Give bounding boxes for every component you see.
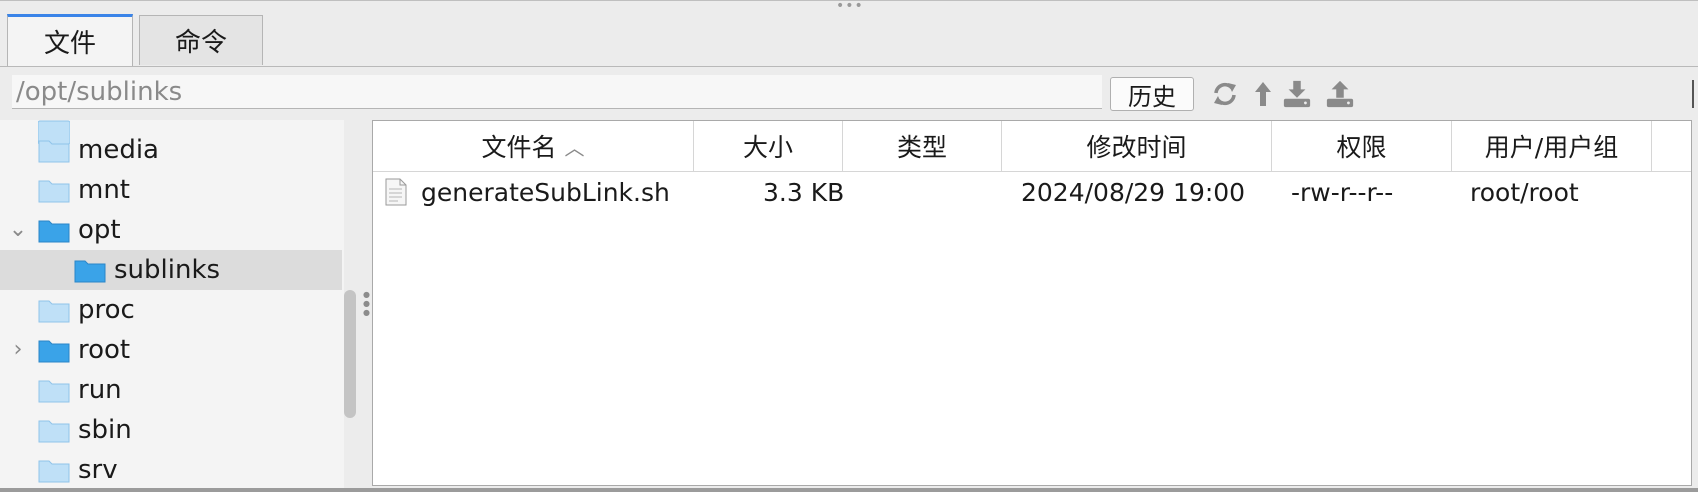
file-name: generateSubLink.sh: [421, 177, 670, 207]
column-header-size[interactable]: 大小: [694, 121, 843, 171]
tree-item-sublinks[interactable]: sublinks: [0, 250, 342, 290]
file-size: 3.3 KB: [763, 177, 845, 207]
table-row[interactable]: generateSubLink.sh 3.3 KB 2024/08/29 19:…: [373, 172, 1691, 212]
folder-icon: [38, 180, 70, 203]
file-list-panel: 文件名 ︿ 大小 类型 修改时间 权限 用户/用户组 generateSubLi…: [372, 120, 1692, 486]
tree-item-sbin[interactable]: sbin: [0, 410, 342, 450]
path-input[interactable]: [12, 75, 1102, 109]
column-header-label: 用户/用户组: [1484, 133, 1619, 162]
directory-tree: media mnt ⌄ opt sublinks proc › root run…: [0, 120, 344, 492]
tree-item-label: sublinks: [114, 255, 221, 285]
column-header-name[interactable]: 文件名 ︿: [373, 121, 694, 171]
tree-item-proc[interactable]: proc: [0, 290, 342, 330]
tree-item-label: mnt: [78, 175, 130, 205]
folder-icon: [38, 220, 70, 243]
tree-item-media[interactable]: media: [0, 130, 342, 170]
file-cell-name: generateSubLink.sh: [385, 172, 670, 212]
tree-item-label: opt: [78, 215, 121, 245]
tree-scrollbar[interactable]: [344, 290, 356, 418]
folder-icon: [38, 460, 70, 483]
tree-item-label: sbin: [78, 415, 132, 445]
file-owner: root/root: [1470, 177, 1579, 207]
chevron-down-icon[interactable]: ⌄: [8, 219, 28, 241]
tree-item-label: media: [78, 135, 159, 165]
folder-icon: [38, 140, 70, 163]
tree-item-label: proc: [78, 295, 135, 325]
upload-icon[interactable]: [1325, 77, 1355, 111]
tree-item-label: root: [78, 335, 131, 365]
tab-files[interactable]: 文件: [7, 14, 133, 66]
window-resize-edge: [1692, 80, 1694, 108]
tab-files-label: 文件: [43, 29, 96, 59]
folder-icon: [74, 260, 106, 283]
folder-icon: [38, 340, 70, 363]
tree-item-run[interactable]: run: [0, 370, 342, 410]
refresh-icon[interactable]: [1210, 77, 1240, 111]
folder-icon: [38, 380, 70, 403]
folder-icon: [38, 300, 70, 323]
file-permissions: -rw-r--r--: [1291, 177, 1394, 207]
splitter-grip-icon[interactable]: ● ● ●: [363, 290, 370, 317]
tree-item-label: run: [78, 375, 122, 405]
tree-item-label: srv: [78, 455, 118, 485]
column-header-type[interactable]: 类型: [843, 121, 1002, 171]
tab-commands[interactable]: 命令: [139, 15, 263, 65]
table-header: 文件名 ︿ 大小 类型 修改时间 权限 用户/用户组: [373, 121, 1691, 172]
column-header-modified[interactable]: 修改时间: [1002, 121, 1272, 171]
column-header-label: 大小: [742, 133, 793, 162]
tree-item-srv[interactable]: srv: [0, 450, 342, 490]
tab-commands-label: 命令: [174, 28, 227, 58]
file-icon: [385, 178, 407, 206]
chevron-up-icon: ︿: [564, 135, 585, 160]
window-bottom-edge: [0, 488, 1698, 492]
column-header-permissions[interactable]: 权限: [1272, 121, 1452, 171]
column-header-label: 修改时间: [1086, 133, 1187, 162]
up-arrow-icon[interactable]: [1248, 77, 1278, 111]
column-header-owner[interactable]: 用户/用户组: [1452, 121, 1652, 171]
tree-item-opt[interactable]: ⌄ opt: [0, 210, 342, 250]
folder-icon: [38, 420, 70, 443]
tree-item-mnt[interactable]: mnt: [0, 170, 342, 210]
column-header-label: 类型: [896, 133, 947, 162]
column-header-label: 文件名: [481, 133, 557, 162]
tree-item-root[interactable]: › root: [0, 330, 342, 370]
path-bar: 历史: [0, 67, 1698, 119]
column-header-label: 权限: [1336, 133, 1387, 162]
history-button[interactable]: 历史: [1110, 77, 1194, 111]
chevron-right-icon[interactable]: ›: [8, 339, 28, 361]
download-icon[interactable]: [1282, 77, 1312, 111]
file-modified: 2024/08/29 19:00: [1021, 177, 1246, 207]
history-button-label: 历史: [1128, 82, 1176, 111]
tab-bar: 文件 命令: [0, 13, 1698, 67]
drag-handle-icon[interactable]: •••: [836, 0, 864, 13]
